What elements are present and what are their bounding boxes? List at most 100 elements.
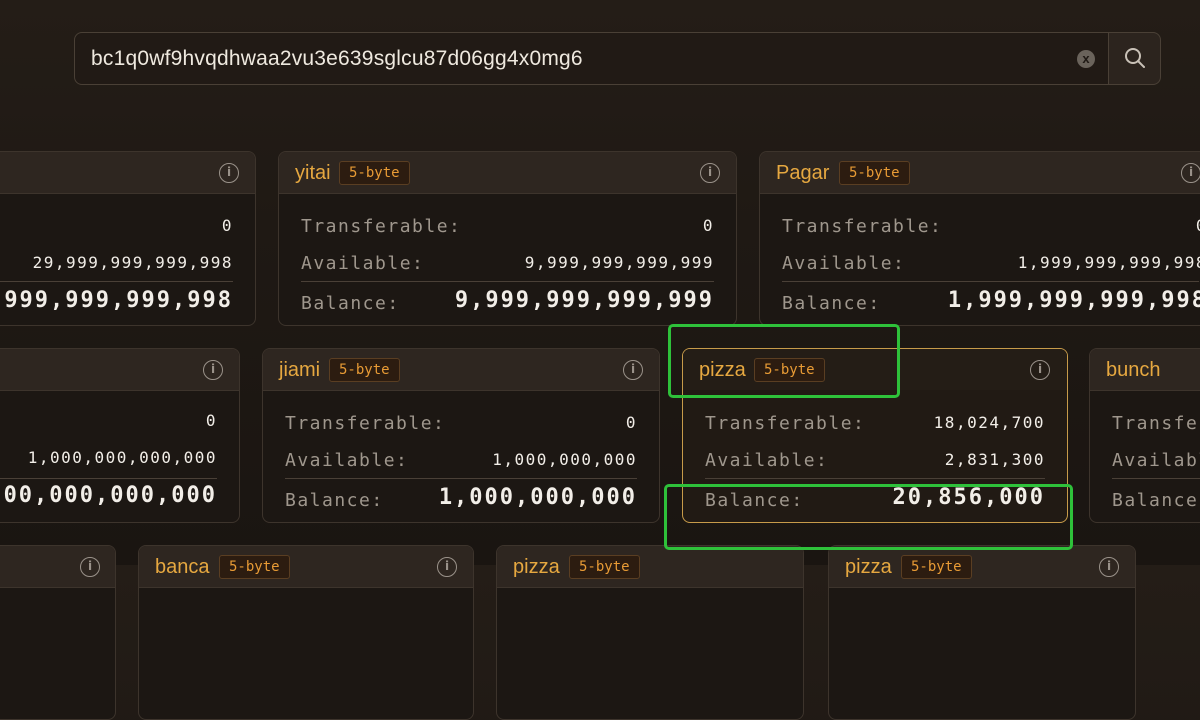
card-header: Pagar 5-byte i: [760, 152, 1200, 194]
divider: [705, 478, 1045, 479]
tick-name: pizza: [845, 556, 892, 578]
transferable-row: Transferable:: [1112, 409, 1200, 437]
balance-label: Balance:: [782, 293, 881, 314]
info-icon[interactable]: i: [437, 557, 457, 577]
balance-value: 1,000,000,000: [438, 485, 637, 510]
transferable-value: 0: [625, 413, 637, 432]
transferable-label: Transferable:: [782, 216, 943, 237]
divider: [0, 281, 233, 282]
available-row: Available: 9,999,999,999,999: [301, 249, 714, 277]
transferable-value: 0: [702, 216, 714, 235]
divider: [1112, 478, 1200, 479]
tick-name: pizza: [513, 556, 560, 578]
transferable-row: Transferable: 0: [782, 212, 1200, 240]
available-row: Available: 1,000,000,000: [285, 446, 637, 474]
available-label: Available:: [285, 450, 409, 471]
balance-row: Balance:: [1112, 484, 1200, 512]
transferable-value: 0: [221, 216, 233, 235]
byte-badge: 5-byte: [901, 555, 972, 579]
card-header: i: [0, 546, 115, 588]
highlight-box-tick: [668, 324, 900, 398]
transferable-value: 0: [1196, 216, 1200, 235]
transferable-label: Transferable:: [285, 413, 446, 434]
balance-value: 9,999,999,999,999: [454, 288, 714, 313]
divider: [301, 281, 714, 282]
balance-label: Balance:: [301, 293, 400, 314]
byte-badge: 5-byte: [839, 161, 910, 185]
info-icon[interactable]: i: [1181, 163, 1200, 183]
available-value: 1,000,000,000,000: [27, 448, 217, 467]
available-label: Available:: [705, 450, 829, 471]
info-icon[interactable]: i: [1030, 360, 1050, 380]
balance-row: Balance: 1,999,999,999,998: [782, 287, 1200, 315]
transferable-label: Transferable:: [1112, 413, 1200, 434]
transferable-value: 18,024,700: [933, 413, 1045, 432]
available-value: 2,831,300: [944, 450, 1045, 469]
info-icon[interactable]: i: [80, 557, 100, 577]
available-label: Available:: [1112, 450, 1200, 471]
search-icon: [1125, 48, 1145, 68]
info-icon[interactable]: i: [219, 163, 239, 183]
info-icon[interactable]: i: [1099, 557, 1119, 577]
available-row: Available: 2,831,300: [705, 446, 1045, 474]
transferable-row: Transferable: 0: [301, 212, 714, 240]
transferable-value: 0: [205, 411, 217, 430]
card-header: yitai 5-byte i: [279, 152, 736, 194]
card-header: pizza 5-byte: [497, 546, 803, 588]
tick-name: banca: [155, 556, 210, 578]
transferable-row: Transferable: 18,024,700: [705, 409, 1045, 437]
available-value: 1,999,999,999,998: [1017, 253, 1200, 272]
available-value: 1,000,000,000: [492, 450, 637, 469]
byte-badge: 5-byte: [329, 358, 400, 382]
card-header: pizza 5-byte i: [829, 546, 1135, 588]
token-card[interactable]: i 0 29,999,999,999,998 999,999,999,998: [0, 151, 256, 326]
token-card[interactable]: i 0 1,000,000,000,000 00,000,000,000: [0, 348, 240, 523]
byte-badge: 5-byte: [569, 555, 640, 579]
token-card-jiami[interactable]: jiami 5-byte i Transferable: 0 Available…: [262, 348, 660, 523]
token-card-pagar[interactable]: Pagar 5-byte i Transferable: 0 Available…: [759, 151, 1200, 326]
available-value: 9,999,999,999,999: [524, 253, 714, 272]
tick-name: jiami: [279, 359, 321, 381]
available-row: Available:: [1112, 446, 1200, 474]
available-value: 29,999,999,999,998: [32, 253, 233, 272]
balance-row: Balance: 9,999,999,999,999: [301, 287, 714, 315]
transferable-label: Transferable:: [301, 216, 462, 237]
transferable-row: Transferable: 0: [285, 409, 637, 437]
card-header: i: [0, 349, 239, 391]
available-row: Available: 1,999,999,999,998: [782, 249, 1200, 277]
divider: [0, 478, 217, 479]
balance-value: 999,999,999,998: [4, 288, 233, 313]
highlight-box-balance: [664, 484, 1073, 550]
search-input[interactable]: bc1q0wf9hvqdhwaa2vu3e639sglcu87d06gg4x0m…: [91, 47, 583, 71]
info-icon[interactable]: i: [623, 360, 643, 380]
token-card-bunch[interactable]: bunch Transferable: Available: Balance:: [1089, 348, 1200, 523]
tick-name: bunch: [1106, 359, 1161, 381]
token-card-banca[interactable]: banca 5-byte i: [138, 545, 474, 720]
token-card-pizza-3[interactable]: pizza 5-byte i: [828, 545, 1136, 720]
transferable-label: Transferable:: [705, 413, 866, 434]
tick-name: yitai: [295, 162, 331, 184]
info-icon[interactable]: i: [203, 360, 223, 380]
token-card-yitai[interactable]: yitai 5-byte i Transferable: 0 Available…: [278, 151, 737, 326]
byte-badge: 5-byte: [339, 161, 410, 185]
balance-row: Balance: 1,000,000,000: [285, 484, 637, 512]
clear-icon[interactable]: x: [1077, 50, 1095, 68]
token-card[interactable]: i: [0, 545, 116, 720]
search-bar: bc1q0wf9hvqdhwaa2vu3e639sglcu87d06gg4x0m…: [74, 32, 1161, 85]
card-header: bunch: [1090, 349, 1200, 391]
divider: [782, 281, 1199, 282]
byte-badge: 5-byte: [219, 555, 290, 579]
divider: [285, 478, 637, 479]
card-header: banca 5-byte i: [139, 546, 473, 588]
balance-label: Balance:: [1112, 490, 1200, 511]
card-header: i: [0, 152, 255, 194]
balance-label: Balance:: [285, 490, 384, 511]
token-card-pizza-2[interactable]: pizza 5-byte: [496, 545, 804, 720]
search-button[interactable]: [1108, 32, 1161, 85]
available-label: Available:: [301, 253, 425, 274]
balance-value: 00,000,000,000: [3, 483, 217, 508]
info-icon[interactable]: i: [700, 163, 720, 183]
available-label: Available:: [782, 253, 906, 274]
card-header: jiami 5-byte i: [263, 349, 659, 391]
tick-name: Pagar: [776, 162, 830, 184]
